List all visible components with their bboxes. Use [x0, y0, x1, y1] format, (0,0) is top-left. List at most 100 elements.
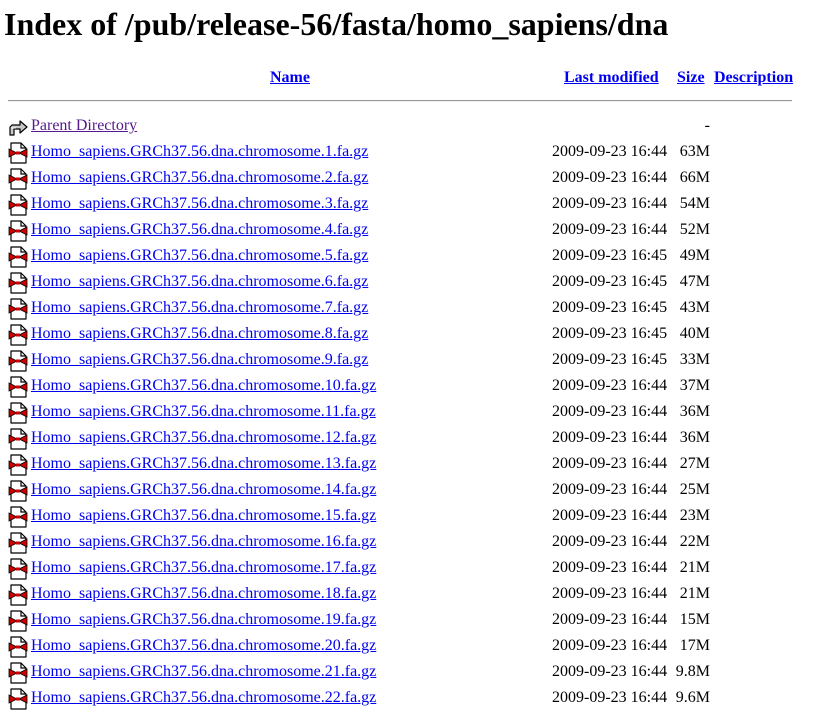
file-size: 40M — [679, 325, 710, 342]
file-size: 37M — [679, 377, 710, 394]
compressed-file-icon[interactable] — [8, 376, 28, 398]
file-link[interactable]: Homo_sapiens.GRCh37.56.dna.chromosome.13… — [31, 455, 376, 473]
file-link[interactable]: Homo_sapiens.GRCh37.56.dna.chromosome.2.… — [31, 169, 368, 187]
header-divider — [8, 100, 792, 102]
file-row: Homo_sapiens.GRCh37.56.dna.chromosome.5.… — [0, 243, 821, 269]
file-link[interactable]: Homo_sapiens.GRCh37.56.dna.chromosome.18… — [31, 585, 376, 603]
file-size: 36M — [679, 403, 710, 420]
file-last-modified: 2009-09-23 16:44 — [552, 143, 668, 160]
compressed-file-icon[interactable] — [8, 220, 28, 242]
file-size: 66M — [679, 169, 710, 186]
compressed-file-icon[interactable] — [8, 246, 28, 268]
file-link[interactable]: Homo_sapiens.GRCh37.56.dna.chromosome.5.… — [31, 247, 368, 265]
compressed-file-icon[interactable] — [8, 428, 28, 450]
compressed-file-icon[interactable] — [8, 324, 28, 346]
file-size: 43M — [679, 299, 710, 316]
file-row: Homo_sapiens.GRCh37.56.dna.chromosome.6.… — [0, 269, 821, 295]
file-link[interactable]: Homo_sapiens.GRCh37.56.dna.chromosome.9.… — [31, 351, 368, 369]
file-last-modified: 2009-09-23 16:44 — [552, 559, 668, 576]
file-size: 36M — [679, 429, 710, 446]
file-last-modified: 2009-09-23 16:45 — [552, 247, 668, 264]
file-link[interactable]: Homo_sapiens.GRCh37.56.dna.chromosome.1.… — [31, 143, 368, 161]
compressed-file-icon[interactable] — [8, 350, 28, 372]
file-last-modified: 2009-09-23 16:44 — [552, 481, 668, 498]
file-last-modified: 2009-09-23 16:45 — [552, 299, 668, 316]
file-link[interactable]: Homo_sapiens.GRCh37.56.dna.chromosome.15… — [31, 507, 376, 525]
file-row: Homo_sapiens.GRCh37.56.dna.chromosome.20… — [0, 633, 821, 659]
compressed-file-icon[interactable] — [8, 454, 28, 476]
file-row: Homo_sapiens.GRCh37.56.dna.chromosome.16… — [0, 529, 821, 555]
file-row: Homo_sapiens.GRCh37.56.dna.chromosome.22… — [0, 685, 821, 711]
page-title: Index of /pub/release-56/fasta/homo_sapi… — [4, 6, 669, 42]
file-size: 25M — [679, 481, 710, 498]
file-row: Homo_sapiens.GRCh37.56.dna.chromosome.19… — [0, 607, 821, 633]
file-row: Homo_sapiens.GRCh37.56.dna.chromosome.14… — [0, 477, 821, 503]
file-last-modified: 2009-09-23 16:44 — [552, 611, 668, 628]
compressed-file-icon[interactable] — [8, 662, 28, 684]
compressed-file-icon[interactable] — [8, 532, 28, 554]
compressed-file-icon[interactable] — [8, 636, 28, 658]
file-last-modified: 2009-09-23 16:44 — [552, 429, 668, 446]
file-last-modified: 2009-09-23 16:44 — [552, 169, 668, 186]
file-link[interactable]: Homo_sapiens.GRCh37.56.dna.chromosome.12… — [31, 429, 376, 447]
compressed-file-icon[interactable] — [8, 298, 28, 320]
file-size: 9.6M — [675, 689, 710, 706]
file-size: 49M — [679, 247, 710, 264]
compressed-file-icon[interactable] — [8, 688, 28, 710]
file-size: 63M — [679, 143, 710, 160]
back-arrow-icon[interactable] — [8, 116, 28, 138]
compressed-file-icon[interactable] — [8, 480, 28, 502]
file-last-modified: 2009-09-23 16:45 — [552, 351, 668, 368]
file-link[interactable]: Homo_sapiens.GRCh37.56.dna.chromosome.19… — [31, 611, 376, 629]
file-link[interactable]: Homo_sapiens.GRCh37.56.dna.chromosome.8.… — [31, 325, 368, 343]
file-link[interactable]: Homo_sapiens.GRCh37.56.dna.chromosome.4.… — [31, 221, 368, 239]
file-last-modified: 2009-09-23 16:44 — [552, 377, 668, 394]
sort-by-name-link[interactable]: Name — [270, 68, 310, 88]
file-row: Homo_sapiens.GRCh37.56.dna.chromosome.17… — [0, 555, 821, 581]
file-last-modified: 2009-09-23 16:45 — [552, 273, 668, 290]
file-size: 21M — [679, 585, 710, 602]
file-link[interactable]: Homo_sapiens.GRCh37.56.dna.chromosome.10… — [31, 377, 376, 395]
file-size: 17M — [679, 637, 710, 654]
file-size: 22M — [679, 533, 710, 550]
file-row: Homo_sapiens.GRCh37.56.dna.chromosome.10… — [0, 373, 821, 399]
file-link[interactable]: Homo_sapiens.GRCh37.56.dna.chromosome.17… — [31, 559, 376, 577]
file-row: Homo_sapiens.GRCh37.56.dna.chromosome.12… — [0, 425, 821, 451]
compressed-file-icon[interactable] — [8, 272, 28, 294]
file-row: Homo_sapiens.GRCh37.56.dna.chromosome.18… — [0, 581, 821, 607]
sort-by-size-link[interactable]: Size — [677, 68, 705, 88]
file-size: 9.8M — [675, 663, 710, 680]
file-row: Homo_sapiens.GRCh37.56.dna.chromosome.7.… — [0, 295, 821, 321]
parent-directory-link[interactable]: Parent Directory — [31, 117, 137, 135]
file-last-modified: 2009-09-23 16:44 — [552, 637, 668, 654]
compressed-file-icon[interactable] — [8, 168, 28, 190]
compressed-file-icon[interactable] — [8, 194, 28, 216]
file-last-modified: 2009-09-23 16:44 — [552, 533, 668, 550]
file-link[interactable]: Homo_sapiens.GRCh37.56.dna.chromosome.6.… — [31, 273, 368, 291]
parent-size: - — [704, 117, 710, 134]
compressed-file-icon[interactable] — [8, 142, 28, 164]
file-row: Homo_sapiens.GRCh37.56.dna.chromosome.8.… — [0, 321, 821, 347]
file-size: 47M — [679, 273, 710, 290]
file-row: Homo_sapiens.GRCh37.56.dna.chromosome.11… — [0, 399, 821, 425]
file-last-modified: 2009-09-23 16:44 — [552, 403, 668, 420]
compressed-file-icon[interactable] — [8, 610, 28, 632]
file-link[interactable]: Homo_sapiens.GRCh37.56.dna.chromosome.20… — [31, 637, 376, 655]
file-link[interactable]: Homo_sapiens.GRCh37.56.dna.chromosome.3.… — [31, 195, 368, 213]
sort-by-description-link[interactable]: Description — [714, 68, 793, 88]
file-link[interactable]: Homo_sapiens.GRCh37.56.dna.chromosome.16… — [31, 533, 376, 551]
file-size: 21M — [679, 559, 710, 576]
file-link[interactable]: Homo_sapiens.GRCh37.56.dna.chromosome.22… — [31, 689, 376, 707]
file-link[interactable]: Homo_sapiens.GRCh37.56.dna.chromosome.7.… — [31, 299, 368, 317]
compressed-file-icon[interactable] — [8, 584, 28, 606]
compressed-file-icon[interactable] — [8, 402, 28, 424]
sort-by-last-modified-link[interactable]: Last modified — [564, 68, 659, 88]
file-last-modified: 2009-09-23 16:44 — [552, 663, 668, 680]
compressed-file-icon[interactable] — [8, 558, 28, 580]
file-link[interactable]: Homo_sapiens.GRCh37.56.dna.chromosome.14… — [31, 481, 376, 499]
file-link[interactable]: Homo_sapiens.GRCh37.56.dna.chromosome.21… — [31, 663, 376, 681]
file-link[interactable]: Homo_sapiens.GRCh37.56.dna.chromosome.11… — [31, 403, 376, 421]
compressed-file-icon[interactable] — [8, 506, 28, 528]
parent-directory-row: Parent Directory - — [0, 113, 821, 139]
file-size: 27M — [679, 455, 710, 472]
